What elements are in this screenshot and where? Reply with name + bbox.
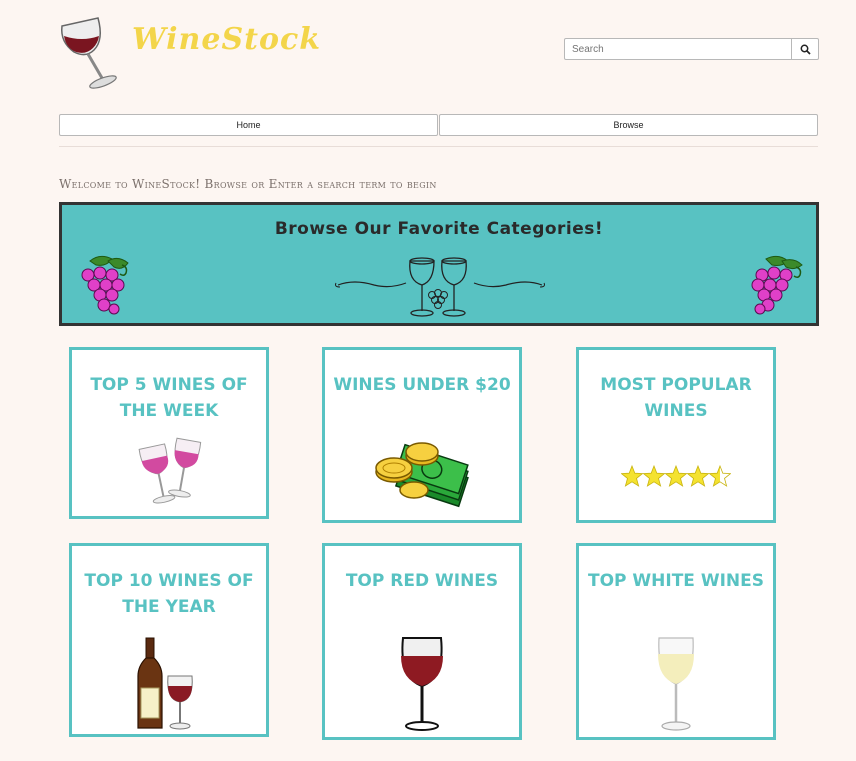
card-title: Top Red Wines <box>345 571 499 591</box>
coins-money-icon <box>325 438 519 518</box>
wine-glass-icon <box>56 12 126 92</box>
welcome-text: Welcome to WineStock! Browse or Enter a … <box>59 177 437 191</box>
card-title: Top 10 Wines of the Year <box>84 571 254 617</box>
category-card-under-20[interactable]: Wines Under $20 <box>322 347 522 523</box>
grapes-icon <box>742 253 806 326</box>
card-title: Top 5 Wines of the Week <box>90 375 248 421</box>
white-wine-glass-icon <box>579 634 773 734</box>
toasting-glasses-icon <box>334 253 546 328</box>
search-input[interactable] <box>564 38 792 60</box>
card-title: Top White Wines <box>587 571 765 591</box>
search-bar <box>564 38 819 60</box>
brand-name[interactable]: WineStock <box>132 22 321 57</box>
category-card-top-red[interactable]: Top Red Wines <box>322 543 522 740</box>
divider <box>59 146 818 147</box>
category-card-top-white[interactable]: Top White Wines <box>576 543 776 740</box>
main-nav: Home Browse <box>59 114 818 136</box>
search-icon <box>800 44 811 55</box>
search-button[interactable] <box>792 38 819 60</box>
star-rating-icon <box>579 464 773 488</box>
category-card-top10-year[interactable]: Top 10 Wines of the Year <box>69 543 269 737</box>
red-wine-glass-icon <box>325 634 519 734</box>
grapes-icon <box>72 253 136 326</box>
bottle-glass-icon <box>72 636 266 732</box>
toasting-glasses-icon <box>72 436 266 508</box>
nav-browse[interactable]: Browse <box>439 114 818 136</box>
nav-home[interactable]: Home <box>59 114 438 136</box>
categories-banner: Browse Our Favorite Categories! <box>59 202 819 326</box>
card-title: Wines Under $20 <box>333 375 511 395</box>
banner-title: Browse Our Favorite Categories! <box>274 219 604 239</box>
category-card-top5-week[interactable]: Top 5 Wines of the Week <box>69 347 269 519</box>
category-card-most-popular[interactable]: Most Popular Wines <box>576 347 776 523</box>
card-title: Most Popular Wines <box>600 375 752 421</box>
